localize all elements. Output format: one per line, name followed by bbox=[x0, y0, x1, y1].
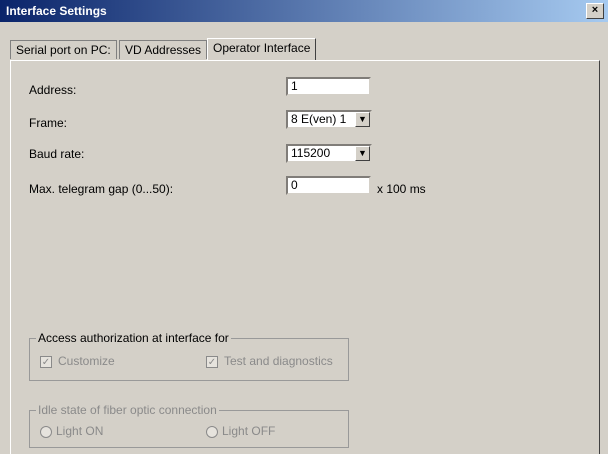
baud-rate-value: 115200 bbox=[291, 146, 331, 160]
address-input[interactable]: 1 bbox=[286, 77, 371, 96]
test-diagnostics-label: Test and diagnostics bbox=[224, 354, 333, 368]
tab-operator-interface[interactable]: Operator Interface bbox=[207, 38, 317, 60]
access-authorization-group: Access authorization at interface for ✓ … bbox=[29, 331, 349, 381]
chevron-down-icon[interactable]: ▼ bbox=[355, 146, 370, 161]
window-title: Interface Settings bbox=[6, 4, 107, 18]
light-on-label: Light ON bbox=[56, 424, 104, 438]
chevron-down-icon[interactable]: ▼ bbox=[355, 112, 370, 127]
checkmark-icon: ✓ bbox=[207, 357, 217, 368]
close-button[interactable]: × bbox=[586, 3, 604, 19]
telegram-gap-unit: x 100 ms bbox=[377, 182, 426, 196]
frame-value: 8 E(ven) 1 bbox=[291, 112, 347, 126]
access-authorization-title: Access authorization at interface for bbox=[36, 331, 231, 345]
light-off-radio[interactable] bbox=[206, 426, 218, 438]
checkmark-icon: ✓ bbox=[41, 357, 51, 368]
light-on-radio[interactable] bbox=[40, 426, 52, 438]
idle-state-group: Idle state of fiber optic connection Lig… bbox=[29, 403, 349, 448]
close-icon: × bbox=[591, 4, 599, 16]
idle-state-title: Idle state of fiber optic connection bbox=[36, 403, 219, 417]
title-bar: Interface Settings × bbox=[0, 0, 608, 22]
telegram-gap-label: Max. telegram gap (0...50): bbox=[29, 182, 174, 196]
tab-panel: Address: 1 Frame: 8 E(ven) 1 ▼ Baud rate… bbox=[10, 60, 600, 454]
baud-rate-select[interactable]: 115200 ▼ bbox=[286, 144, 372, 163]
tab-serial-port[interactable]: Serial port on PC: bbox=[10, 40, 117, 59]
telegram-gap-input[interactable]: 0 bbox=[286, 176, 371, 195]
baud-rate-label: Baud rate: bbox=[29, 147, 85, 161]
frame-select[interactable]: 8 E(ven) 1 ▼ bbox=[286, 110, 372, 129]
test-diagnostics-checkbox[interactable]: ✓ bbox=[206, 356, 218, 368]
light-off-label: Light OFF bbox=[222, 424, 276, 438]
customize-label: Customize bbox=[58, 354, 115, 368]
address-label: Address: bbox=[29, 83, 77, 97]
tab-vd-addresses[interactable]: VD Addresses bbox=[119, 40, 208, 59]
customize-checkbox[interactable]: ✓ bbox=[40, 356, 52, 368]
frame-label: Frame: bbox=[29, 116, 68, 130]
